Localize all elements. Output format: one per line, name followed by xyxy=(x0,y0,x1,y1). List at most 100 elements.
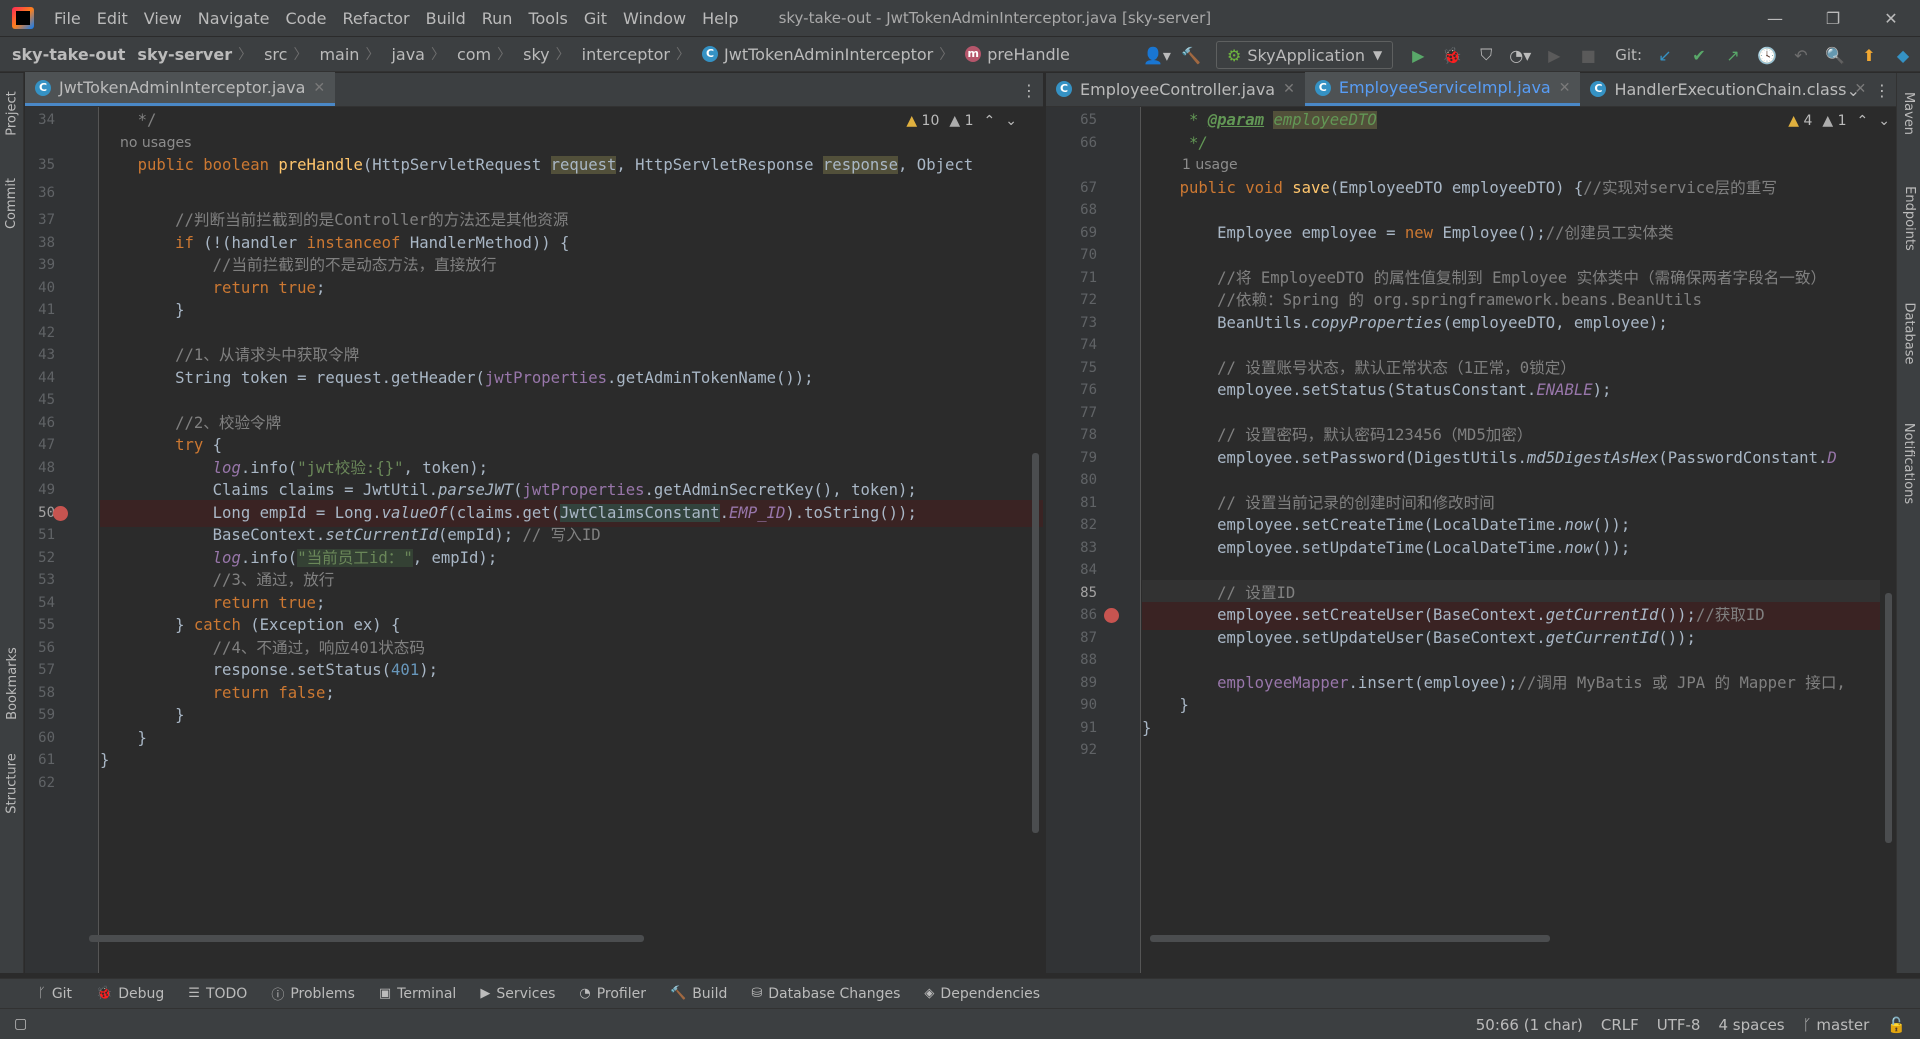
git-branch[interactable]: ᚴ master xyxy=(1803,1016,1870,1034)
layout-icon[interactable]: ▢ xyxy=(14,1016,27,1032)
line-number[interactable]: 62 xyxy=(25,770,55,798)
breadcrumb-main[interactable]: main xyxy=(307,45,359,64)
left-code-area[interactable]: */ no usages public boolean preHandle(Ht… xyxy=(100,107,1043,973)
caret-position[interactable]: 50:66 (1 char) xyxy=(1476,1016,1583,1034)
breadcrumb-method[interactable]: m preHandle xyxy=(953,45,1070,64)
rollback-icon[interactable]: ↶ xyxy=(1787,41,1815,69)
run-configuration-select[interactable]: ⚙ SkyApplication ▼ xyxy=(1215,41,1394,69)
chevron-down-icon[interactable]: ⌄ xyxy=(1847,81,1860,100)
tool-todo[interactable]: ☰ TODO xyxy=(188,986,247,1002)
class-icon: C xyxy=(702,46,719,62)
tool-database-changes[interactable]: ⛁ Database Changes xyxy=(751,986,900,1002)
tool-tab-notifications[interactable]: Notifications xyxy=(1897,403,1920,523)
close-icon[interactable]: ✕ xyxy=(313,80,325,96)
tool-tab-structure[interactable]: Structure xyxy=(0,733,24,833)
git-push-icon[interactable]: ↗ xyxy=(1719,41,1747,69)
tool-tab-database[interactable]: Database xyxy=(1897,283,1920,383)
history-icon[interactable]: 🕓 xyxy=(1753,41,1781,69)
build-hammer-icon[interactable]: 🔨 xyxy=(1177,41,1205,69)
tool-terminal[interactable]: ▣ Terminal xyxy=(379,986,456,1002)
close-icon[interactable]: ✕ xyxy=(1283,81,1295,97)
close-icon[interactable]: ✕ xyxy=(1862,0,1920,36)
menu-git[interactable]: Git xyxy=(576,9,615,28)
search-icon[interactable]: 🔍 xyxy=(1821,41,1849,69)
breakpoint-icon[interactable] xyxy=(53,505,68,521)
close-icon[interactable]: ✕ xyxy=(1559,80,1571,96)
update-icon[interactable]: ⬆ xyxy=(1855,41,1883,69)
tool-dependencies[interactable]: ◈ Dependencies xyxy=(924,986,1040,1002)
tool-tab-bookmarks[interactable]: Bookmarks xyxy=(0,633,24,733)
git-update-icon[interactable]: ↙ xyxy=(1651,41,1679,69)
tab-employee-service-impl[interactable]: C EmployeeServiceImpl.java ✕ xyxy=(1304,72,1581,106)
line-number[interactable]: 92 xyxy=(1046,737,1097,765)
profile-icon[interactable]: ◔▾ xyxy=(1506,41,1534,69)
tool-problems[interactable]: ⓘ Problems xyxy=(271,984,355,1004)
menu-run[interactable]: Run xyxy=(474,9,521,28)
chevron-down-icon[interactable]: ⌄ xyxy=(1878,113,1890,129)
line-separator[interactable]: CRLF xyxy=(1601,1016,1639,1034)
line-number[interactable]: 36 xyxy=(25,180,55,208)
right-code-area[interactable]: * @param employeeDTO */ 1 usage public v… xyxy=(1142,107,1880,973)
tool-build[interactable]: 🔨 Build xyxy=(670,986,727,1002)
menu-help[interactable]: Help xyxy=(694,9,746,28)
breakpoint-icon[interactable] xyxy=(1104,608,1119,623)
chevron-right-icon: 〉 xyxy=(238,47,253,63)
debug-icon[interactable]: 🐞 xyxy=(1438,41,1466,69)
left-editor-tabs: C JwtTokenAdminInterceptor.java ✕ ⋮ xyxy=(25,72,1043,107)
tool-profiler[interactable]: ◔ Profiler xyxy=(579,986,646,1002)
tool-git[interactable]: ᚴ Git xyxy=(38,986,72,1002)
breadcrumb-class[interactable]: C JwtTokenAdminInterceptor xyxy=(690,45,933,64)
resume-icon[interactable]: ▶ xyxy=(1540,41,1568,69)
line-number[interactable]: 34 xyxy=(25,107,55,135)
tool-debug[interactable]: 🐞 Debug xyxy=(96,986,164,1002)
restore-icon[interactable]: ❐ xyxy=(1804,0,1862,36)
menu-code[interactable]: Code xyxy=(278,9,335,28)
tool-tab-project[interactable]: Project xyxy=(0,73,24,153)
tool-tab-maven[interactable]: Maven xyxy=(1897,73,1920,153)
file-encoding[interactable]: UTF-8 xyxy=(1657,1016,1701,1034)
menu-window[interactable]: Window xyxy=(615,9,694,28)
line-number[interactable]: 35 xyxy=(25,152,55,180)
more-vertical-icon[interactable]: ⋮ xyxy=(1874,81,1890,100)
breadcrumb-com[interactable]: com xyxy=(445,45,491,64)
class-icon: C xyxy=(1314,79,1331,96)
more-vertical-icon[interactable]: ⋮ xyxy=(1021,81,1037,100)
breadcrumb-src[interactable]: src xyxy=(252,45,287,64)
vertical-scrollbar[interactable] xyxy=(1032,453,1039,833)
breadcrumb-sky[interactable]: sky xyxy=(511,45,550,64)
user-icon[interactable]: 👤▾ xyxy=(1143,41,1171,69)
horizontal-scrollbar[interactable] xyxy=(89,935,644,942)
menu-file[interactable]: File xyxy=(46,9,89,28)
indent-setting[interactable]: 4 spaces xyxy=(1718,1016,1784,1034)
intellij-logo-icon xyxy=(12,7,34,29)
lock-icon[interactable]: 🔓 xyxy=(1887,1016,1906,1034)
menu-refactor[interactable]: Refactor xyxy=(334,9,417,28)
vertical-scrollbar[interactable] xyxy=(1885,593,1892,843)
run-icon[interactable]: ▶ xyxy=(1404,41,1432,69)
stop-icon[interactable]: ■ xyxy=(1574,41,1602,69)
ide-features-icon[interactable]: ◆ xyxy=(1889,41,1917,69)
minimize-icon[interactable]: — xyxy=(1746,0,1804,36)
tool-tab-endpoints[interactable]: Endpoints xyxy=(1897,168,1920,268)
menu-build[interactable]: Build xyxy=(418,9,474,28)
tool-services[interactable]: ▶ Services xyxy=(480,986,555,1002)
horizontal-scrollbar[interactable] xyxy=(1150,935,1550,942)
breadcrumb-project[interactable]: sky-take-out xyxy=(0,45,125,64)
tab-label: EmployeeServiceImpl.java xyxy=(1338,78,1551,97)
breadcrumb-java[interactable]: java xyxy=(379,45,425,64)
git-commit-icon[interactable]: ✔ xyxy=(1685,41,1713,69)
class-icon: C xyxy=(1590,81,1607,97)
menu-tools[interactable]: Tools xyxy=(520,9,575,28)
tab-jwt-token-admin-interceptor[interactable]: C JwtTokenAdminInterceptor.java ✕ xyxy=(25,72,336,106)
coverage-icon[interactable]: ⛉ xyxy=(1472,41,1500,69)
breadcrumb-interceptor[interactable]: interceptor xyxy=(570,45,670,64)
menu-view[interactable]: View xyxy=(136,9,190,28)
line-number[interactable]: 66 xyxy=(1046,130,1097,158)
tab-handler-execution-chain[interactable]: C HandlerExecutionChain.class ✕ xyxy=(1580,72,1876,106)
menu-edit[interactable]: Edit xyxy=(89,9,136,28)
breadcrumb-module[interactable]: sky-server xyxy=(125,45,232,64)
tool-tab-commit[interactable]: Commit xyxy=(0,163,24,243)
tab-employee-controller[interactable]: C EmployeeController.java ✕ xyxy=(1046,72,1305,106)
menu-navigate[interactable]: Navigate xyxy=(190,9,278,28)
